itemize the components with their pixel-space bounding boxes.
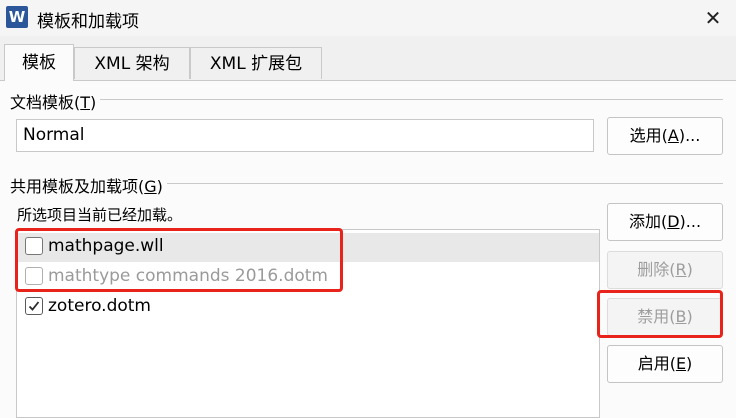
dialog-title: 模板和加载项 [37,12,139,32]
list-item[interactable]: zotero.dotm [17,293,599,322]
global-templates-group-label: 共用模板及加载项(G) [10,173,167,197]
addins-list[interactable]: mathpage.wll mathtype commands 2016.dotm… [16,229,600,418]
list-item-label: zotero.dotm [48,296,151,316]
checkbox[interactable] [25,267,43,285]
document-template-group-label: 文档模板(T) [10,89,101,113]
add-button[interactable]: 添加(D)... [607,203,723,241]
tab-xml-schema[interactable]: XML 架构 [74,47,190,79]
select-template-button[interactable]: 选用(A)... [607,117,723,155]
remove-button[interactable]: 删除(R) [607,251,723,289]
loaded-items-hint: 所选项目当前已经加载。 [17,206,183,224]
list-item-label: mathtype commands 2016.dotm [48,266,328,286]
list-item-label: mathpage.wll [48,236,164,256]
group-divider [10,99,723,100]
list-item[interactable]: mathtype commands 2016.dotm [17,263,599,292]
tab-strip: 模板 XML 架构 XML 扩展包 [0,44,736,81]
close-icon[interactable]: ✕ [700,5,726,31]
tab-xml-expansion-packs[interactable]: XML 扩展包 [190,47,322,79]
title-bar: W 模板和加载项 ✕ [0,0,736,36]
checkbox[interactable] [25,297,43,315]
word-app-icon: W [6,6,28,28]
checkbox[interactable] [25,237,43,255]
list-item[interactable]: mathpage.wll [17,233,599,262]
tab-templates[interactable]: 模板 [4,44,74,81]
enable-button[interactable]: 启用(E) [607,345,723,383]
disable-button[interactable]: 禁用(B) [607,298,723,336]
check-icon [28,301,40,311]
document-template-field[interactable]: Normal [16,119,594,152]
templates-panel: 文档模板(T) Normal 选用(A)... 共用模板及加载项(G) 所选项目… [0,80,736,418]
